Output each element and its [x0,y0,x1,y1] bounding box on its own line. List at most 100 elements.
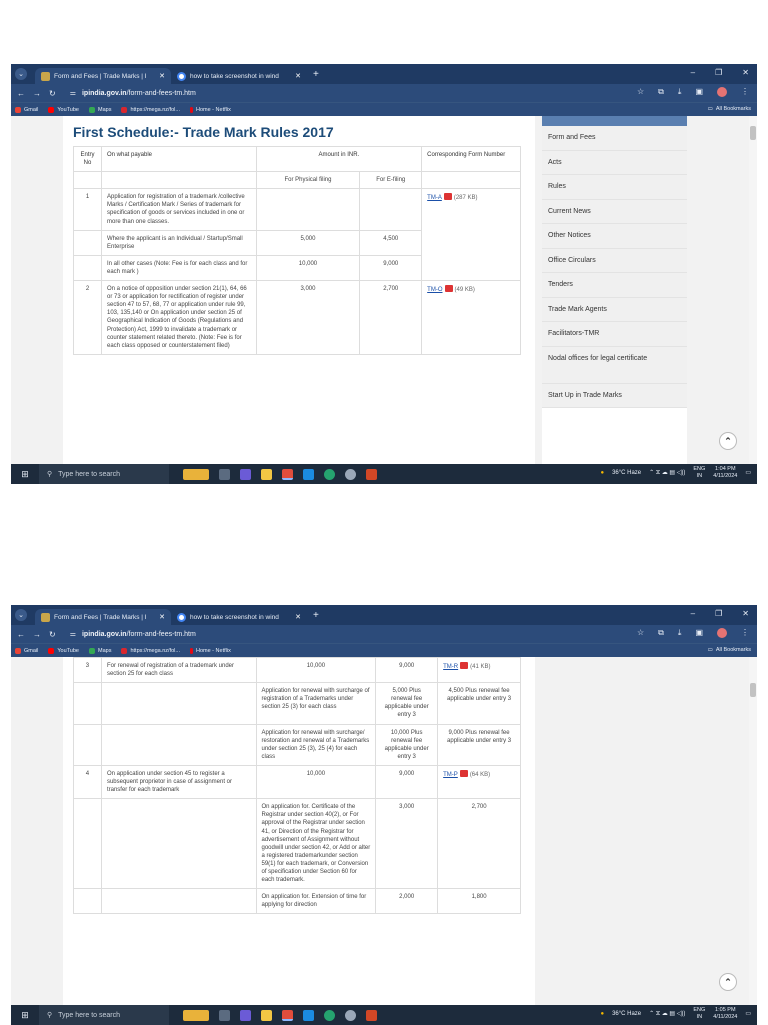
clock[interactable]: 1:04 PM 4/11/2024 [713,466,737,479]
widget-icon[interactable] [183,468,209,480]
task-view-icon[interactable] [219,468,230,480]
form-link-tm-a[interactable]: TM-A [427,195,442,201]
bookmark-youtube[interactable]: YouTube [48,647,79,654]
taskbar-search[interactable]: ⚲ Type here to search [39,464,169,484]
tab-screenshot[interactable]: how to take screenshot in wind ✕ [171,68,307,84]
tab-search-icon[interactable]: ⌄ [15,609,27,621]
notification-icon[interactable]: ▭ [745,469,751,476]
task-view-icon[interactable] [219,1009,230,1021]
reload-icon[interactable]: ↻ [49,89,56,98]
sidebar-item-office-circulars[interactable]: Office Circulars [542,248,687,273]
download-icon[interactable]: ⤓ [678,628,682,638]
taskbar-search[interactable]: ⚲ Type here to search [39,1005,169,1025]
sidebar-item-current-news[interactable]: Current News [542,199,687,224]
sidebar-item-acts[interactable]: Acts [542,150,687,175]
windows-start-icon[interactable]: ⊞ [11,469,39,480]
sidebar-item-form-and-fees[interactable]: Form and Fees [542,126,687,151]
bookmark-gmail[interactable]: Gmail [15,647,38,654]
sidebar-item-nodal-offices[interactable]: Nodal offices for legal certificate [542,346,687,384]
scroll-to-top-button[interactable]: ⌃ [719,432,737,450]
chrome-icon[interactable] [282,1009,293,1021]
settings-gear-icon[interactable] [345,468,356,480]
form-link-tm-o[interactable]: TM-O [427,287,442,293]
url-field[interactable]: ⚌ ipindia.gov.in/form-and-fees-tm.htm [70,630,196,639]
sidepanel-icon[interactable]: ▣ [695,628,703,638]
tab-screenshot[interactable]: how to take screenshot in wind ✕ [171,609,307,625]
file-explorer-icon[interactable] [261,1009,272,1021]
maximize-icon[interactable]: ❐ [715,609,722,618]
all-bookmarks-button[interactable]: ▭ All Bookmarks [708,647,751,653]
close-window-icon[interactable]: ✕ [742,68,749,77]
bookmark-star-icon[interactable]: ☆ [637,87,644,97]
profile-avatar[interactable] [717,87,727,97]
sidebar-item-start-up[interactable]: Start Up in Trade Marks [542,383,687,408]
teams-icon[interactable] [240,1009,251,1021]
language-indicator[interactable]: ENG IN [693,1007,705,1020]
sidebar-item-trade-mark-agents[interactable]: Trade Mark Agents [542,297,687,322]
bookmark-youtube[interactable]: YouTube [48,106,79,113]
menu-kebab-icon[interactable]: ⋮ [741,628,749,638]
bookmark-netflix[interactable]: Home - Netflix [189,647,231,654]
close-tab-icon[interactable]: ✕ [295,613,301,621]
sidepanel-icon[interactable]: ▣ [695,87,703,97]
widget-icon[interactable] [183,1009,209,1021]
bookmark-mega[interactable]: https://mega.nz/fol... [121,106,180,113]
reload-icon[interactable]: ↻ [49,630,56,639]
teams-icon[interactable] [240,468,251,480]
profile-avatar[interactable] [717,628,727,638]
forward-icon[interactable]: → [33,630,41,639]
forward-icon[interactable]: → [33,89,41,98]
all-bookmarks-button[interactable]: ▭ All Bookmarks [708,106,751,112]
bookmark-netflix[interactable]: Home - Netflix [189,106,231,113]
tab-form-and-fees[interactable]: Form and Fees | Trade Marks | I ✕ [35,609,171,625]
scrollbar-thumb[interactable] [750,683,756,697]
maximize-icon[interactable]: ❐ [715,68,722,77]
sidebar-item-rules[interactable]: Rules [542,175,687,200]
menu-kebab-icon[interactable]: ⋮ [741,87,749,97]
scrollbar[interactable] [749,116,757,464]
extensions-icon[interactable]: ⧉ [658,87,664,97]
sidebar-item-facilitators[interactable]: Facilitators-TMR [542,322,687,347]
download-icon[interactable]: ⤓ [678,87,682,97]
form-link-tm-p[interactable]: TM-P [443,772,458,778]
clock[interactable]: 1:05 PM 4/11/2024 [713,1007,737,1020]
site-info-icon[interactable]: ⚌ [70,89,76,97]
bookmark-maps[interactable]: Maps [89,647,111,654]
tab-search-icon[interactable]: ⌄ [15,68,27,80]
bookmark-star-icon[interactable]: ☆ [637,628,644,638]
file-explorer-icon[interactable] [261,468,272,480]
bookmark-gmail[interactable]: Gmail [15,106,38,113]
settings-gear-icon[interactable] [345,1009,356,1021]
new-tab-icon[interactable]: + [313,69,319,80]
scrollbar[interactable] [749,657,757,1005]
close-tab-icon[interactable]: ✕ [159,72,165,80]
close-window-icon[interactable]: ✕ [742,609,749,618]
weather-text[interactable]: 36°C Haze [612,1011,641,1017]
mail-icon[interactable] [303,468,314,480]
extensions-icon[interactable]: ⧉ [658,628,664,638]
minimize-icon[interactable]: – [691,68,695,77]
powerpoint-icon[interactable] [366,468,377,480]
bookmark-mega[interactable]: https://mega.nz/fol... [121,647,180,654]
close-tab-icon[interactable]: ✕ [159,613,165,621]
bookmark-maps[interactable]: Maps [89,106,111,113]
mail-icon[interactable] [303,1009,314,1021]
weather-text[interactable]: 36°C Haze [612,470,641,476]
edge-icon[interactable] [324,468,335,480]
notification-icon[interactable]: ▭ [745,1010,751,1017]
close-tab-icon[interactable]: ✕ [295,72,301,80]
tray-icons[interactable]: ⌃ ⧖ ☁ ▤ ◁)) [649,1010,685,1018]
edge-icon[interactable] [324,1009,335,1021]
new-tab-icon[interactable]: + [313,610,319,621]
scrollbar-thumb[interactable] [750,126,756,140]
windows-start-icon[interactable]: ⊞ [11,1010,39,1021]
site-info-icon[interactable]: ⚌ [70,630,76,638]
url-field[interactable]: ⚌ ipindia.gov.in/form-and-fees-tm.htm [70,89,196,98]
minimize-icon[interactable]: – [691,609,695,618]
powerpoint-icon[interactable] [366,1009,377,1021]
scroll-to-top-button[interactable]: ⌃ [719,973,737,991]
form-link-tm-r[interactable]: TM-R [443,664,458,670]
back-icon[interactable]: ← [17,89,25,98]
tab-form-and-fees[interactable]: Form and Fees | Trade Marks | I ✕ [35,68,171,84]
chrome-icon[interactable] [282,468,293,480]
